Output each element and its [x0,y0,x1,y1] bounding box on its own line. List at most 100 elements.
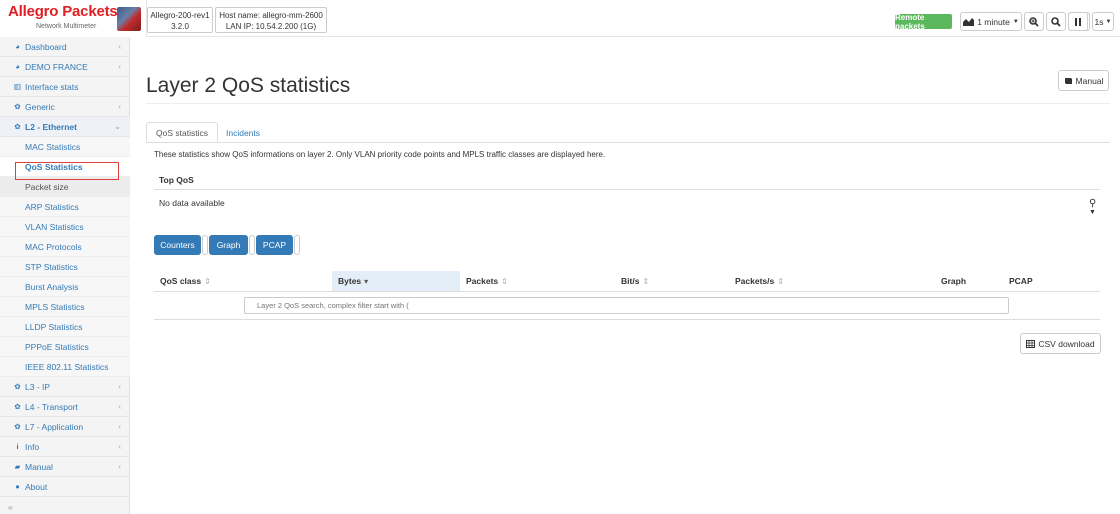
title-divider [146,103,1110,104]
pcap-button[interactable]: PCAP [256,235,293,255]
device-model-box: Allegro-200-rev1 3.2.0 [147,7,213,33]
sidebar-item-label: Manual [25,461,53,472]
device-host: Host name: allegro-mm-2600 [219,11,323,20]
sidebar-item-l4-transport[interactable]: ✿ L4 - Transport ‹ [0,397,130,417]
counters-button[interactable]: Counters [154,235,201,255]
sidebar-item-label: DEMO FRANCE [25,61,88,72]
chevron-left-icon: ‹ [118,462,121,471]
info-icon: i [16,442,19,451]
tab-incidents[interactable]: Incidents [217,122,269,143]
gear-icon: ✿ [14,422,21,431]
sidebar-sub-ieee-80211-statistics[interactable]: IEEE 802.11 Statistics [0,357,130,377]
sort-icon: ⇕ [501,276,508,286]
sidebar-sub-mpls-statistics[interactable]: MPLS Statistics [0,297,130,317]
pause-icon [1075,17,1081,26]
sidebar-sub-mac-statistics[interactable]: MAC Statistics [0,137,130,157]
sidebar-item-l7-application[interactable]: ✿ L7 - Application ‹ [0,417,130,437]
description-text: These statistics show QoS informations o… [154,150,606,159]
top-qos-divider [154,189,1100,190]
sidebar-sub-arp-statistics[interactable]: ARP Statistics [0,197,130,217]
top-header: Allegro Packets Network Multimeter Alleg… [0,0,1120,37]
caret-down-icon[interactable]: ▼ [1089,209,1096,216]
sidebar-collapse-button[interactable]: « [0,497,130,514]
book-icon: ▰ [14,462,21,471]
tabs-divider [146,142,1110,143]
column-header-graph: Graph [941,276,967,286]
chevron-down-icon: ⌄ [114,122,121,131]
caret-down-icon: ▼ [1105,18,1112,25]
sidebar-item-label: About [25,481,48,492]
sidebar-item-label: Interface stats [25,81,79,92]
bar-chart-icon: ▥ [13,82,22,91]
sidebar-sub-burst-analysis[interactable]: Burst Analysis [0,277,130,297]
brand-subtitle: Network Multimeter [36,23,97,30]
no-data-text: No data available [159,198,225,208]
info-circle-icon: ● [15,482,20,491]
brand-logo-icon [117,7,141,31]
column-header-packets-per-second[interactable]: Packets/s ⇕ [729,271,936,291]
chevron-left-icon: ‹ [118,422,121,431]
sidebar-item-about[interactable]: ● About [0,477,130,497]
refresh-rate-dropdown[interactable]: 1s ▼ [1092,12,1114,31]
search-icon[interactable]: ⚲ [1089,198,1096,209]
sidebar-item-label: Info [25,441,40,452]
csv-label: CSV download [1038,338,1095,349]
book-icon [1064,77,1072,84]
column-label: Packets [466,276,499,286]
column-label: QoS class [160,276,202,286]
zoom-out-button[interactable] [1046,12,1066,31]
sidebar-sub-packet-size[interactable]: Packet size [0,177,130,197]
chevron-left-icon: ‹ [118,442,121,451]
sidebar-item-label: L4 - Transport [25,401,78,412]
chevron-left-icon: ‹ [118,102,121,111]
tab-qos-statistics[interactable]: QoS statistics [146,122,218,143]
brand[interactable]: Allegro Packets Network Multimeter [0,0,147,37]
sidebar-sub-lldp-statistics[interactable]: LLDP Statistics [0,317,130,337]
column-header-bits-per-second[interactable]: Bit/s ⇕ [615,271,729,291]
column-header-packets[interactable]: Packets ⇕ [460,271,615,291]
sidebar-item-generic[interactable]: ✿ Generic ‹ [0,97,130,117]
top-qos-heading: Top QoS [159,175,194,185]
sidebar-item-l3-ip[interactable]: ✿ L3 - IP ‹ [0,377,130,397]
sidebar-item-manual[interactable]: ▰ Manual ‹ [0,457,130,477]
column-header-qos-class[interactable]: QoS class ⇕ [154,271,332,291]
interval-dropdown[interactable]: 1 minute ▼ [960,12,1022,31]
column-header-bytes[interactable]: Bytes ▾ [332,271,460,291]
chevron-left-icon: ‹ [118,382,121,391]
table-header-divider [154,291,1100,292]
column-label: Bytes [338,276,362,286]
sidebar-sub-vlan-statistics[interactable]: VLAN Statistics [0,217,130,237]
chevron-left-icon: ‹ [118,62,121,71]
sidebar-item-dashboard[interactable]: ◕ Dashboard ‹ [0,37,130,57]
remote-packets-button[interactable]: Remote packets [895,13,952,31]
dashboard-icon: ◕ [15,42,20,51]
toggle-separator [202,235,208,255]
dashboard-icon: ◕ [15,62,20,71]
sidebar-sub-stp-statistics[interactable]: STP Statistics [0,257,130,277]
sidebar-item-info[interactable]: i Info ‹ [0,437,130,457]
sidebar-item-l2-ethernet[interactable]: ✿ L2 - Ethernet ⌄ [0,117,130,137]
table-bottom-divider [154,319,1100,320]
pause-main-button[interactable] [1068,12,1088,31]
device-version: 3.2.0 [171,22,189,31]
sidebar-sub-pppoe-statistics[interactable]: PPPoE Statistics [0,337,130,357]
zoom-in-button[interactable] [1024,12,1044,31]
sort-icon: ⇕ [204,276,211,286]
sidebar-sub-mac-protocols[interactable]: MAC Protocols [0,237,130,257]
table-icon [1026,339,1036,348]
graph-button[interactable]: Graph [209,235,248,255]
sidebar-item-label: L2 - Ethernet [25,121,77,132]
sidebar-item-interface-stats[interactable]: ▥ Interface stats [0,77,130,97]
csv-download-button[interactable]: CSV download [1020,333,1101,354]
sidebar-item-label: L3 - IP [25,381,51,392]
sidebar: ◕ Dashboard ‹ ◕ DEMO FRANCE ‹ ▥ Interfac… [0,37,130,514]
sidebar-item-demo-france[interactable]: ◕ DEMO FRANCE ‹ [0,57,130,77]
toggle-separator [249,235,255,255]
page-title: Layer 2 QoS statistics [146,74,351,97]
zoom-in-icon [1029,16,1039,27]
manual-button[interactable]: Manual [1058,70,1109,91]
sort-icon: ⇕ [642,276,650,286]
qos-search-input[interactable] [244,297,1009,314]
caret-down-icon: ▼ [1012,18,1019,25]
gear-icon: ✿ [14,402,21,411]
